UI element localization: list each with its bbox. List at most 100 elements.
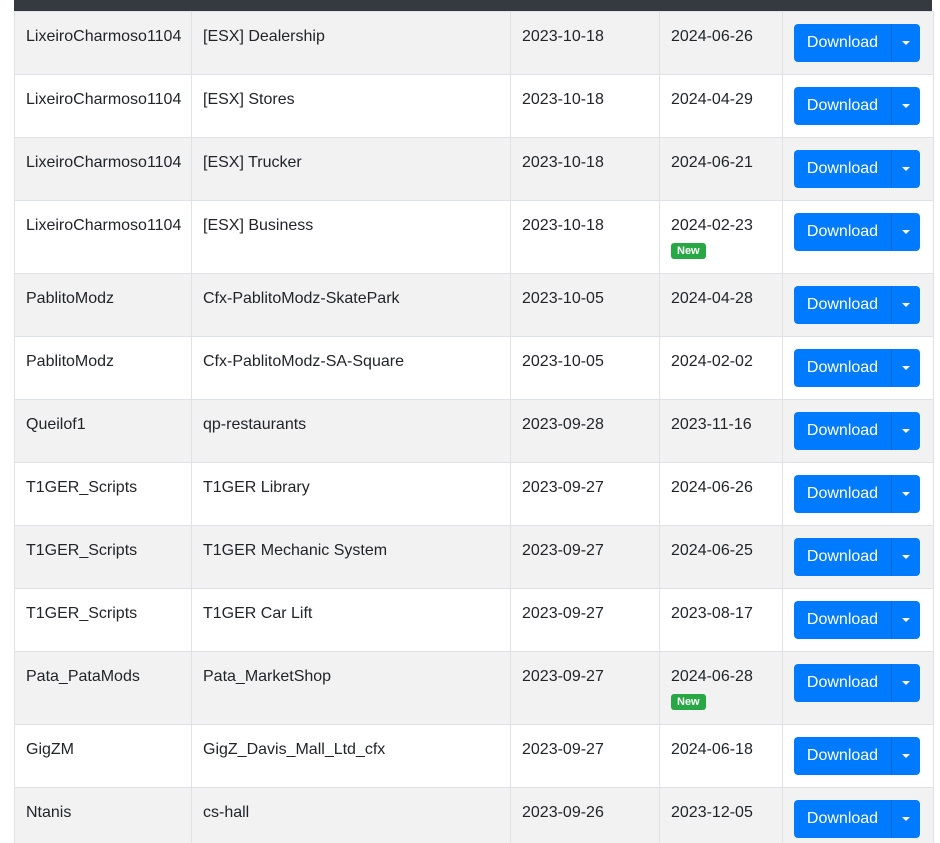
table-row: PablitoModz Cfx-PablitoModz-SA-Square 2023…	[14, 336, 934, 400]
action-cell: Download	[782, 200, 934, 274]
download-button[interactable]: Download	[794, 349, 891, 387]
table-row: LixeiroCharmoso1104 [ESX] Dealership 2023-…	[14, 11, 934, 75]
download-button-group: Download	[794, 150, 920, 188]
resource-name-cell-text: T1GER Car Lift	[203, 605, 313, 622]
action-cell: Download	[782, 11, 934, 75]
download-button[interactable]: Download	[794, 664, 891, 702]
resource-name-cell: Cfx-PablitoModz-SA-Square	[191, 336, 511, 400]
resource-name-cell-text: [ESX] Stores	[203, 91, 295, 108]
updated-date-cell-text: 2024-02-23	[671, 217, 753, 234]
created-date-cell-text: 2023-10-05	[522, 290, 604, 307]
table-row: T1GER_Scripts T1GER Mechanic System 2023-0…	[14, 525, 934, 589]
updated-date-cell-text: 2024-06-21	[671, 154, 753, 171]
created-date-cell: 2023-09-26	[510, 787, 660, 843]
download-button-group: Download	[794, 24, 920, 62]
download-button[interactable]: Download	[794, 475, 891, 513]
updated-date-cell-text: 2023-12-05	[671, 804, 753, 821]
resource-name-cell: Pata_MarketShop	[191, 651, 511, 725]
updated-date-cell: 2024-04-28	[659, 273, 783, 337]
created-date-cell: 2023-09-27	[510, 651, 660, 725]
download-dropdown-toggle[interactable]	[891, 800, 920, 838]
updated-date-cell-text: 2024-02-02	[671, 353, 753, 370]
resource-name-cell: cs-hall	[191, 787, 511, 843]
updated-date-cell: 2024-06-21	[659, 137, 783, 201]
download-button-group: Download	[794, 601, 920, 639]
author-cell-text: Queilof1	[26, 416, 86, 433]
author-cell: LixeiroCharmoso1104	[14, 200, 192, 274]
author-cell: T1GER_Scripts	[14, 588, 192, 652]
download-dropdown-toggle[interactable]	[891, 601, 920, 639]
updated-date-cell: 2024-04-29	[659, 74, 783, 138]
download-dropdown-toggle[interactable]	[891, 24, 920, 62]
download-dropdown-toggle[interactable]	[891, 412, 920, 450]
resource-name-cell: qp-restaurants	[191, 399, 511, 463]
updated-date-cell-text: 2024-06-28	[671, 668, 753, 685]
download-dropdown-toggle[interactable]	[891, 286, 920, 324]
updated-date-cell-text: 2024-04-28	[671, 290, 753, 307]
download-button[interactable]: Download	[794, 150, 891, 188]
updated-date-cell: 2024-02-02	[659, 336, 783, 400]
created-date-cell: 2023-09-27	[510, 588, 660, 652]
author-cell-text: T1GER_Scripts	[26, 542, 138, 559]
caret-down-icon	[902, 555, 910, 559]
download-button[interactable]: Download	[794, 538, 891, 576]
table-row: LixeiroCharmoso1104 [ESX] Stores 2023-10-1…	[14, 74, 934, 138]
download-button[interactable]: Download	[794, 286, 891, 324]
created-date-cell-text: 2023-10-18	[522, 91, 604, 108]
created-date-cell: 2023-09-28	[510, 399, 660, 463]
new-badge: New	[671, 243, 706, 259]
resource-name-cell: T1GER Library	[191, 462, 511, 526]
caret-down-icon	[902, 104, 910, 108]
download-button[interactable]: Download	[794, 213, 891, 251]
download-dropdown-toggle[interactable]	[891, 349, 920, 387]
download-dropdown-toggle[interactable]	[891, 150, 920, 188]
action-cell: Download	[782, 137, 934, 201]
updated-date-cell: 2024-02-23 New	[659, 200, 783, 274]
download-dropdown-toggle[interactable]	[891, 538, 920, 576]
action-cell: Download	[782, 787, 934, 843]
download-button-group: Download	[794, 475, 920, 513]
author-cell: LixeiroCharmoso1104	[14, 137, 192, 201]
action-cell: Download	[782, 399, 934, 463]
download-dropdown-toggle[interactable]	[891, 737, 920, 775]
caret-down-icon	[902, 817, 910, 821]
download-button[interactable]: Download	[794, 24, 891, 62]
author-cell: Pata_PataMods	[14, 651, 192, 725]
created-date-cell-text: 2023-09-26	[522, 804, 604, 821]
created-date-cell: 2023-09-27	[510, 462, 660, 526]
download-button[interactable]: Download	[794, 87, 891, 125]
updated-date-cell-text: 2024-06-18	[671, 741, 753, 758]
resource-name-cell-text: T1GER Mechanic System	[203, 542, 388, 559]
author-cell: T1GER_Scripts	[14, 462, 192, 526]
download-button[interactable]: Download	[794, 412, 891, 450]
resource-name-cell-text: Pata_MarketShop	[203, 668, 332, 685]
resource-name-cell: T1GER Mechanic System	[191, 525, 511, 589]
created-date-cell: 2023-10-18	[510, 74, 660, 138]
created-date-cell: 2023-10-18	[510, 200, 660, 274]
resource-name-cell: [ESX] Trucker	[191, 137, 511, 201]
download-dropdown-toggle[interactable]	[891, 475, 920, 513]
table-body: LixeiroCharmoso1104 [ESX] Dealership 2023-…	[14, 11, 934, 843]
download-button-group: Download	[794, 349, 920, 387]
download-dropdown-toggle[interactable]	[891, 213, 920, 251]
caret-down-icon	[902, 681, 910, 685]
created-date-cell-text: 2023-10-18	[522, 28, 604, 45]
created-date-cell: 2023-10-05	[510, 336, 660, 400]
resource-name-cell: T1GER Car Lift	[191, 588, 511, 652]
download-button[interactable]: Download	[794, 800, 891, 838]
download-button[interactable]: Download	[794, 737, 891, 775]
resource-name-cell-text: Cfx-PablitoModz-SkatePark	[203, 290, 400, 307]
download-dropdown-toggle[interactable]	[891, 664, 920, 702]
table-row: Queilof1 qp-restaurants 2023-09-28 2023-11-…	[14, 399, 934, 463]
caret-down-icon	[902, 230, 910, 234]
caret-down-icon	[902, 366, 910, 370]
resource-name-cell: [ESX] Business	[191, 200, 511, 274]
updated-date-cell-text: 2024-06-25	[671, 542, 753, 559]
updated-date-cell: 2024-06-26	[659, 11, 783, 75]
table-header	[14, 0, 932, 11]
download-dropdown-toggle[interactable]	[891, 87, 920, 125]
created-date-cell-text: 2023-09-28	[522, 416, 604, 433]
download-button[interactable]: Download	[794, 601, 891, 639]
updated-date-cell-text: 2024-04-29	[671, 91, 753, 108]
created-date-cell-text: 2023-09-27	[522, 542, 604, 559]
